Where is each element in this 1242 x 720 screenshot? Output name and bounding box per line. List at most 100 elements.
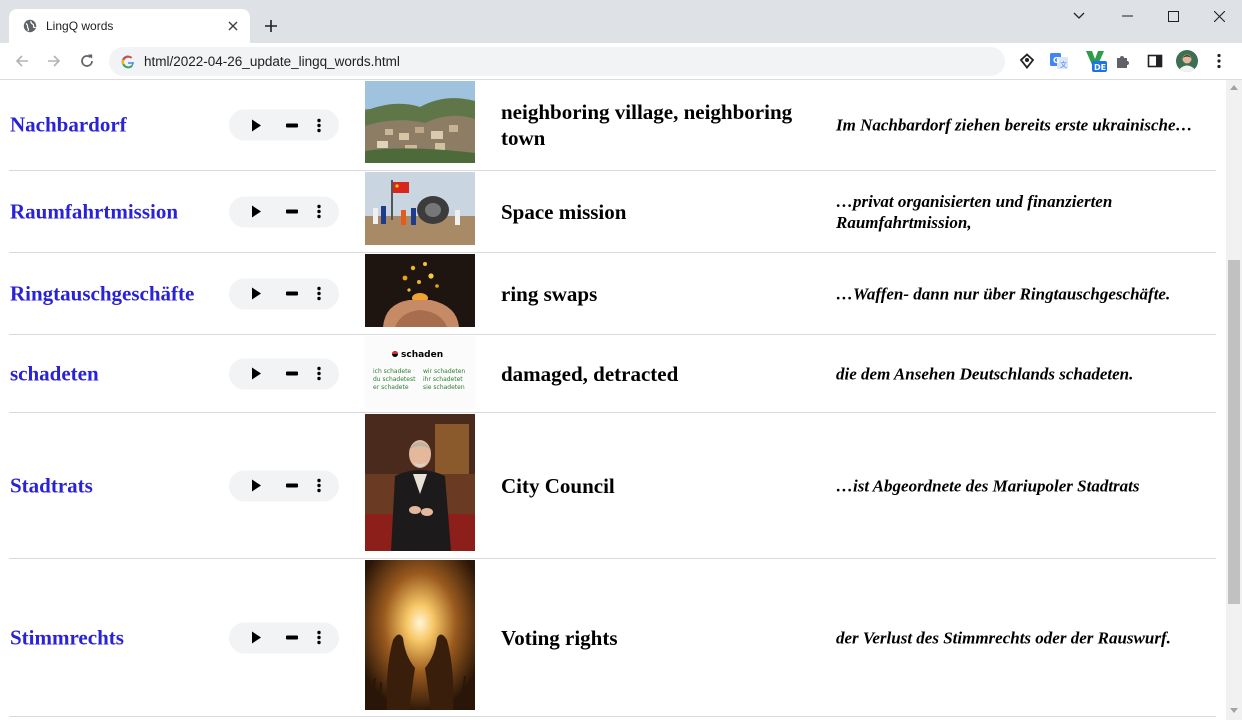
play-icon[interactable] — [243, 196, 269, 227]
globe-icon — [22, 18, 38, 34]
volume-icon[interactable] — [280, 196, 304, 227]
word-row: Stimmrechts Voting rights der Verlust de… — [9, 559, 1216, 717]
volume-icon[interactable] — [280, 278, 304, 309]
more-options-icon[interactable] — [311, 358, 327, 389]
close-tab-icon[interactable] — [223, 16, 243, 36]
more-options-icon[interactable] — [311, 622, 327, 653]
audio-player[interactable] — [229, 470, 339, 501]
forward-button[interactable] — [40, 47, 68, 75]
scroll-up-arrow-icon[interactable] — [1230, 85, 1238, 90]
example-sentence: der Verlust des Stimmrechts oder der Rau… — [836, 628, 1171, 647]
back-button[interactable] — [8, 47, 36, 75]
word-row: Nachbardorf neighboring village, neighbo… — [9, 80, 1216, 171]
scroll-down-arrow-icon[interactable] — [1230, 708, 1238, 713]
maximize-button[interactable] — [1150, 0, 1196, 32]
browser-toolbar: html/2022-04-26_update_lingq_words.html … — [0, 43, 1242, 80]
audio-player[interactable] — [229, 196, 339, 227]
audio-player[interactable] — [229, 622, 339, 653]
translation-text: neighboring village, neighboring town — [501, 100, 793, 150]
svg-text:DE: DE — [1094, 63, 1106, 72]
close-icon — [1213, 10, 1225, 22]
svg-text:schaden: schaden — [401, 350, 443, 360]
word-link[interactable]: schadeten — [10, 361, 99, 386]
audio-player[interactable] — [229, 109, 339, 141]
more-options-icon[interactable] — [311, 278, 327, 309]
minimize-icon — [1121, 15, 1133, 17]
hands-phone-photo — [365, 254, 475, 327]
example-sentence: die dem Ansehen Deutschlands schadeten. — [836, 364, 1134, 383]
example-sentence: Im Nachbardorf ziehen bereits erste ukra… — [836, 115, 1193, 135]
puzzle-icon[interactable] — [1111, 49, 1135, 73]
word-link[interactable]: Stadtrats — [10, 473, 93, 498]
plus-icon — [265, 20, 277, 32]
language-de-icon[interactable]: DE — [1081, 49, 1109, 73]
vertical-scrollbar[interactable] — [1226, 80, 1242, 720]
address-bar[interactable]: html/2022-04-26_update_lingq_words.html — [109, 47, 1005, 76]
reload-button[interactable] — [73, 47, 101, 75]
tab-search-button[interactable] — [1056, 0, 1102, 32]
scrollbar-thumb[interactable] — [1228, 260, 1240, 604]
new-tab-button[interactable] — [258, 13, 284, 39]
example-sentence: …Waffen- dann nur über Ringtauschgeschäf… — [836, 284, 1171, 303]
location-pin-icon[interactable] — [1015, 49, 1039, 73]
svg-text:ich schadete: ich schadete — [373, 368, 411, 375]
close-window-button[interactable] — [1196, 0, 1242, 32]
google-translate-icon[interactable]: G文 — [1047, 49, 1071, 73]
word-link[interactable]: Ringtauschgeschäfte — [10, 281, 194, 306]
more-options-icon[interactable] — [311, 470, 327, 501]
minimize-button[interactable] — [1104, 0, 1150, 32]
arrow-left-icon — [15, 55, 28, 67]
volume-icon[interactable] — [280, 470, 304, 501]
translation-text: Voting rights — [501, 625, 618, 650]
arrow-right-icon — [48, 55, 61, 67]
play-icon[interactable] — [243, 622, 269, 653]
play-icon[interactable] — [243, 358, 269, 389]
word-row: Raumfahrtmission Space mission …privat o… — [9, 171, 1216, 253]
example-sentence: …ist Abgeordnete des Mariupoler Stadtrat… — [836, 476, 1140, 495]
word-link[interactable]: Nachbardorf — [10, 113, 127, 138]
volume-icon[interactable] — [280, 110, 304, 141]
tab-strip: LingQ words — [0, 0, 1242, 43]
word-row: schadeten schaden ich schadete du schade… — [9, 335, 1216, 413]
word-link[interactable]: Raumfahrtmission — [10, 199, 178, 224]
audio-player[interactable] — [229, 278, 339, 309]
svg-text:er schadete: er schadete — [373, 384, 409, 391]
hands-sunset-photo — [365, 560, 475, 710]
svg-text:sie schadeten: sie schadeten — [423, 384, 465, 391]
volume-icon[interactable] — [280, 622, 304, 653]
avatar[interactable] — [1175, 49, 1199, 73]
url-text: html/2022-04-26_update_lingq_words.html — [144, 54, 400, 69]
play-icon[interactable] — [243, 470, 269, 501]
word-row: Ringtauschgeschäfte ring swaps …Waffen- … — [9, 253, 1216, 335]
sidepanel-icon[interactable] — [1143, 49, 1167, 73]
portrait-painting — [365, 414, 475, 551]
svg-text:G: G — [1053, 56, 1060, 65]
reload-icon — [81, 54, 93, 67]
word-row: Stadtrats City Council …ist Abgeordnete … — [9, 413, 1216, 559]
svg-text:文: 文 — [1060, 60, 1067, 69]
more-options-icon[interactable] — [311, 110, 327, 141]
word-link[interactable]: Stimmrechts — [10, 625, 124, 650]
translation-text: ring swaps — [501, 281, 598, 306]
translation-text: Space mission — [501, 199, 627, 224]
translation-text: City Council — [501, 473, 615, 498]
example-sentence: …privat organisierten und finanzierten R… — [836, 191, 1113, 232]
svg-text:wir schadeten: wir schadeten — [423, 368, 465, 375]
google-icon — [121, 54, 134, 68]
village-photo — [365, 81, 475, 163]
browser-tab[interactable]: LingQ words — [9, 9, 250, 43]
more-options-icon[interactable] — [311, 196, 327, 227]
svg-text:du schadetest: du schadetest — [373, 376, 416, 383]
chevron-down-icon — [1073, 12, 1085, 19]
menu-kebab-icon[interactable] — [1207, 49, 1231, 73]
translation-text: damaged, detracted — [501, 361, 679, 386]
maximize-icon — [1167, 10, 1179, 22]
volume-icon[interactable] — [280, 358, 304, 389]
page-content: Nachbardorf neighboring village, neighbo… — [0, 80, 1226, 720]
play-icon[interactable] — [243, 278, 269, 309]
play-icon[interactable] — [243, 110, 269, 141]
svg-text:ihr schadetet: ihr schadetet — [423, 376, 463, 383]
audio-player[interactable] — [229, 358, 339, 389]
tab-title: LingQ words — [46, 19, 114, 33]
space-capsule-photo — [365, 172, 475, 245]
